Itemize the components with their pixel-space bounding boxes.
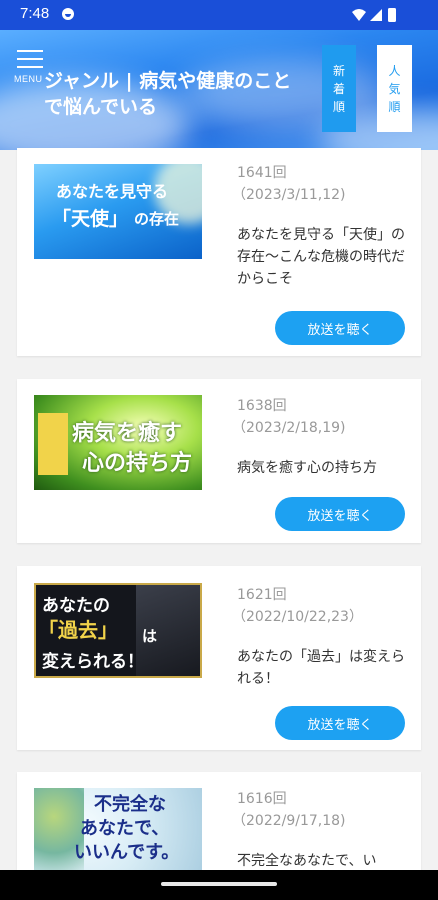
hamburger-icon — [17, 50, 43, 52]
episode-thumbnail[interactable]: 病気を癒す 心の持ち方 — [34, 395, 202, 490]
thumbnail-background — [34, 788, 84, 883]
thumbnail-text: あなたの — [42, 596, 110, 616]
thumbnail-text: 「天使」 — [52, 208, 129, 230]
hamburger-icon — [17, 58, 43, 60]
battery-icon — [388, 8, 396, 22]
episode-number: 1621回 — [237, 587, 287, 603]
episode-date: （2023/2/18,19) — [232, 420, 346, 436]
thumbnail-text: 不完全な — [94, 794, 166, 815]
episode-list: あなたを見守る 「天使」 の存在 1641回 （2023/3/11,12) あな… — [0, 148, 438, 892]
episode-card[interactable]: あなたの 「過去」 は 変えられる！ 1621回 （2022/10/22,23）… — [17, 566, 421, 750]
thumbnail-text: あなたを見守る — [56, 182, 169, 201]
navigation-bar — [0, 870, 438, 900]
listen-button[interactable]: 放送を聴く — [275, 311, 405, 345]
episode-date: （2022/10/22,23） — [232, 609, 363, 625]
thumbnail-text: は — [142, 627, 158, 645]
header: MENU ジャンル | 病気や健康のことで悩んでいる 新着順 人気順 — [0, 30, 438, 150]
episode-number: 1616回 — [237, 791, 287, 807]
episode-thumbnail[interactable]: 不完全な あなたで、 いいんです。 — [34, 788, 202, 883]
status-icons — [352, 8, 396, 22]
episode-number: 1641回 — [237, 165, 287, 181]
thumbnail-text: いいんです。 — [74, 842, 180, 863]
thumbnail-text: あなたで、 — [80, 818, 170, 839]
episode-thumbnail[interactable]: あなたの 「過去」 は 変えられる！ — [34, 583, 202, 678]
listen-button[interactable]: 放送を聴く — [275, 706, 405, 740]
book-cover — [38, 413, 68, 475]
thumbnail-text: の存在 — [134, 210, 180, 228]
signal-icon — [370, 9, 382, 21]
episode-title[interactable]: 不完全なあなたで、い — [237, 850, 417, 872]
home-indicator[interactable] — [161, 882, 277, 886]
notification-icon — [62, 8, 74, 20]
thumbnail-text: 心の持ち方 — [82, 450, 193, 476]
episode-title[interactable]: あなたを見守る「天使」の存在～こんな危機の時代だからこそ — [237, 224, 409, 290]
sort-popular-button[interactable]: 人気順 — [377, 45, 412, 132]
sort-newest-button[interactable]: 新着順 — [322, 45, 356, 132]
page-title: ジャンル | 病気や健康のことで悩んでいる — [44, 70, 292, 118]
status-time: 7:48 — [20, 5, 50, 22]
thumbnail-text: 変えられる！ — [42, 652, 144, 672]
episode-title[interactable]: あなたの「過去」は変えられる！ — [237, 646, 409, 690]
menu-label: MENU — [14, 74, 43, 84]
episode-card[interactable]: 病気を癒す 心の持ち方 1638回 （2023/2/18,19) 病気を癒す心の… — [17, 379, 421, 543]
status-bar: 7:48 — [0, 0, 438, 30]
episode-date: （2023/3/11,12) — [232, 187, 346, 203]
sort-newest-label: 新着順 — [332, 63, 345, 114]
episode-thumbnail[interactable]: あなたを見守る 「天使」 の存在 — [34, 164, 202, 259]
episode-date: （2022/9/17,18) — [232, 813, 346, 829]
menu-button[interactable]: MENU — [14, 50, 48, 86]
episode-number: 1638回 — [237, 398, 287, 414]
listen-button[interactable]: 放送を聴く — [275, 497, 405, 531]
wifi-icon — [352, 9, 366, 21]
thumbnail-text: 「過去」 — [38, 618, 118, 642]
sort-popular-label: 人気順 — [388, 63, 401, 114]
episode-card[interactable]: あなたを見守る 「天使」 の存在 1641回 （2023/3/11,12) あな… — [17, 148, 421, 356]
thumbnail-text: 病気を癒す — [72, 420, 183, 446]
episode-title[interactable]: 病気を癒す心の持ち方 — [237, 457, 417, 479]
hamburger-icon — [17, 66, 43, 68]
